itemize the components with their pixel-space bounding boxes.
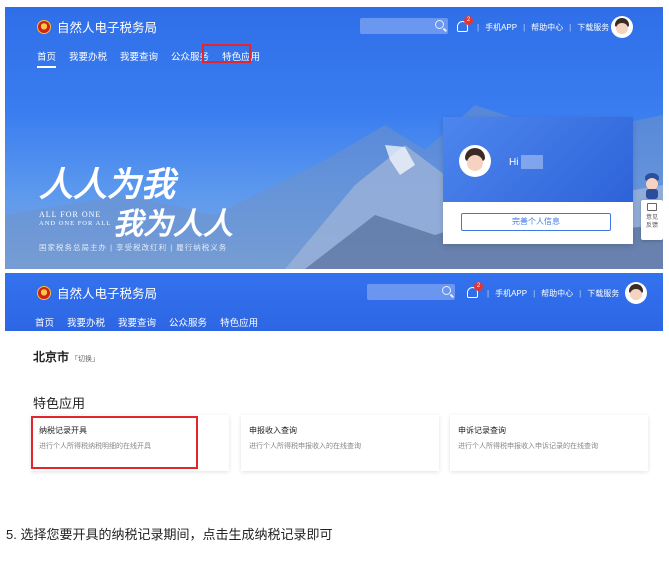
highlight-special-apps <box>202 44 251 63</box>
top-links: | 手机APP | 帮助中心 | 下载服务 <box>477 22 610 33</box>
header-bar: 自然人电子税务局 首页 我要办税 我要查询 公众服务 特色应用 2 | 手机AP… <box>5 7 663 68</box>
search-icon[interactable] <box>442 286 451 295</box>
bell-icon[interactable]: 2 <box>457 16 473 32</box>
mobile-app-link[interactable]: 手机APP <box>485 22 517 33</box>
banner-subline: 国家税务总局主办 | 享受税改红利 | 履行纳税义务 <box>39 243 228 252</box>
help-center-link[interactable]: 帮助中心 <box>531 22 563 33</box>
notification-badge: 2 <box>464 16 473 25</box>
header-bar-2: 自然人电子税务局 首页 我要办税 我要查询 公众服务 特色应用 2 | 手机AP… <box>5 273 663 334</box>
card-title: 申诉记录查询 <box>458 426 506 435</box>
card-title: 申报收入查询 <box>249 426 297 435</box>
site-title: 自然人电子税务局 <box>57 21 158 35</box>
blurred-username <box>521 155 543 169</box>
nav-home-2[interactable]: 首页 <box>35 315 54 329</box>
feedback-label-2: 反馈 <box>645 223 658 229</box>
nav-query-2[interactable]: 我要查询 <box>118 315 156 329</box>
feedback-icon <box>647 203 657 211</box>
nav-do-tax-2[interactable]: 我要办税 <box>67 315 105 329</box>
site-logo-2[interactable]: 自然人电子税务局 <box>37 283 157 302</box>
user-card-header: Hi <box>443 117 633 202</box>
user-avatar[interactable] <box>611 16 633 38</box>
top-links-2: | 手机APP | 帮助中心 | 下载服务 <box>487 288 620 299</box>
section-title: 特色应用 <box>33 396 86 411</box>
site-logo[interactable]: 自然人电子税务局 <box>37 17 157 36</box>
slogan-en-line2: AND ONE FOR ALL <box>39 220 112 227</box>
card-appeal-query[interactable]: 申诉记录查询 进行个人所得税申报收入申诉记录的在线查询 <box>450 415 648 471</box>
side-widget: 意见 反馈 <box>641 172 663 242</box>
download-link[interactable]: 下载服务 <box>577 22 609 33</box>
screenshot-special-apps: 自然人电子税务局 首页 我要办税 我要查询 公众服务 特色应用 2 | 手机AP… <box>5 273 663 478</box>
card-desc: 进行个人所得税申报收入的在线查询 <box>249 443 361 450</box>
national-emblem-icon <box>37 19 51 34</box>
search-input-2[interactable] <box>367 284 455 300</box>
user-card: Hi 完善个人信息 <box>443 117 633 244</box>
complete-profile-button[interactable]: 完善个人信息 <box>461 213 611 231</box>
mobile-app-link-2[interactable]: 手机APP <box>495 288 527 299</box>
notification-badge-2: 2 <box>474 282 483 291</box>
card-income-query[interactable]: 申报收入查询 进行个人所得税申报收入的在线查询 <box>241 415 439 471</box>
search-icon[interactable] <box>435 20 444 29</box>
instruction-caption: 5. 选择您要开具的纳税记录期间，点击生成纳税记录即可 <box>6 527 333 542</box>
city-switch-link[interactable]: 「切换」 <box>71 356 99 363</box>
nav-special-apps-2[interactable]: 特色应用 <box>220 315 259 334</box>
feedback-label-1: 意见 <box>645 215 658 221</box>
nav-public-service-2[interactable]: 公众服务 <box>169 315 207 329</box>
user-avatar-2[interactable] <box>625 282 647 304</box>
feedback-button[interactable]: 意见 反馈 <box>641 200 663 240</box>
bell-icon[interactable]: 2 <box>467 282 483 298</box>
slogan-line2: 我为人人 <box>113 207 233 242</box>
user-card-avatar <box>459 145 491 177</box>
city-name: 北京市 <box>33 350 70 364</box>
download-link-2[interactable]: 下载服务 <box>587 288 619 299</box>
greeting: Hi <box>509 157 519 168</box>
help-center-link-2[interactable]: 帮助中心 <box>541 288 573 299</box>
nav-do-tax[interactable]: 我要办税 <box>69 49 107 63</box>
main-nav-2: 首页 我要办税 我要查询 公众服务 特色应用 <box>35 315 271 334</box>
highlight-tax-record-card <box>31 416 198 469</box>
nav-home[interactable]: 首页 <box>37 49 57 68</box>
assistant-robot-icon[interactable] <box>643 172 661 200</box>
search-input[interactable] <box>360 18 448 34</box>
site-title-2: 自然人电子税务局 <box>57 287 158 301</box>
card-desc: 进行个人所得税申报收入申诉记录的在线查询 <box>458 443 598 450</box>
city-selector: 北京市 「切换」 <box>33 348 99 365</box>
screenshot-home: 自然人电子税务局 首页 我要办税 我要查询 公众服务 特色应用 2 | 手机AP… <box>5 7 663 269</box>
slogan-en-line1: ALL FOR ONE <box>39 210 102 219</box>
nav-query[interactable]: 我要查询 <box>120 49 158 63</box>
national-emblem-icon <box>37 285 51 300</box>
